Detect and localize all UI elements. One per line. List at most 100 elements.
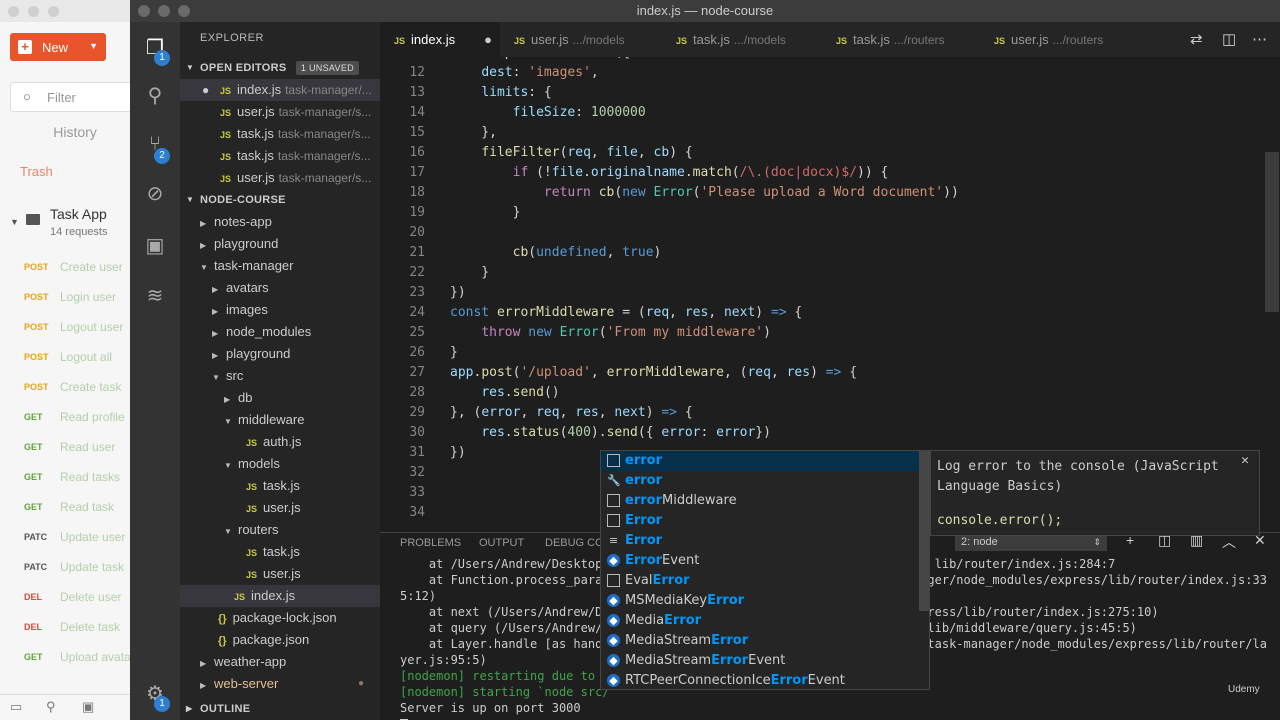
suggestion-item[interactable]: ◆ RTCPeerConnectionIceErrorEvent bbox=[601, 671, 919, 689]
tree-item[interactable]: ▼ routers bbox=[180, 519, 380, 541]
list-item[interactable]: POST Create task bbox=[0, 374, 139, 404]
modified-dot-icon[interactable]: ● bbox=[202, 79, 209, 101]
trash-label[interactable]: Trash bbox=[20, 164, 53, 179]
close-window-button[interactable] bbox=[138, 5, 150, 17]
tab-index-js[interactable]: JS index.js ● bbox=[380, 22, 500, 57]
list-item[interactable]: GET Read task bbox=[0, 494, 139, 524]
more-actions-icon[interactable]: ⋯ bbox=[1252, 30, 1267, 48]
tab-path: .../routers bbox=[893, 33, 945, 47]
list-item[interactable]: POST Create user bbox=[0, 254, 139, 284]
list-item[interactable]: POST Logout all bbox=[0, 344, 139, 374]
tab-output[interactable]: OUTPUT bbox=[479, 533, 524, 553]
tree-item[interactable]: JS task.js bbox=[180, 475, 380, 497]
code-token: throw bbox=[481, 325, 529, 340]
tree-item[interactable]: {} package.json bbox=[180, 629, 380, 651]
open-editor-item[interactable]: JS task.js task-manager/s... bbox=[180, 123, 380, 145]
tree-item[interactable]: ▶ images bbox=[180, 299, 380, 321]
open-changes-icon[interactable]: ⇄ bbox=[1190, 30, 1203, 48]
debug-icon[interactable]: ⊘ bbox=[143, 182, 167, 206]
minimize-window-button[interactable] bbox=[158, 5, 170, 17]
tab-task-js[interactable]: JS task.js .../routers bbox=[822, 22, 980, 57]
suggestion-item[interactable]: error bbox=[601, 451, 919, 471]
collapse-triangle-icon[interactable]: ▼ bbox=[10, 217, 19, 227]
docker-icon[interactable]: ≋ bbox=[143, 284, 167, 308]
tree-item[interactable]: JS task.js bbox=[180, 541, 380, 563]
zoom-window-button[interactable] bbox=[178, 5, 190, 17]
cookie-icon[interactable]: ⚲ bbox=[46, 699, 56, 715]
list-item[interactable]: DEL Delete user bbox=[0, 584, 139, 614]
tree-item[interactable]: ▶ avatars bbox=[180, 277, 380, 299]
code-token: , bbox=[559, 405, 576, 420]
suggestion-item[interactable]: ◆ ErrorEvent bbox=[601, 551, 919, 571]
tab-label: task.js bbox=[693, 32, 730, 47]
tree-item[interactable]: JS user.js bbox=[180, 563, 380, 585]
suggestion-item[interactable]: EvalError bbox=[601, 571, 919, 591]
suggest-scrollbar[interactable] bbox=[919, 451, 929, 611]
line-number: 22 bbox=[409, 265, 425, 280]
tree-item[interactable]: ▼ src bbox=[180, 365, 380, 387]
tree-item[interactable]: JS index.js bbox=[180, 585, 380, 607]
tree-item[interactable]: {} package-lock.json bbox=[180, 607, 380, 629]
tab-task-js[interactable]: JS task.js .../models bbox=[662, 22, 822, 57]
tree-item[interactable]: ▶ notes-app bbox=[180, 211, 380, 233]
caret-down-icon[interactable]: ▼ bbox=[89, 41, 98, 51]
tab-debug-console[interactable]: DEBUG CO bbox=[545, 533, 604, 553]
suggestion-item[interactable]: ◆ MediaStreamErrorEvent bbox=[601, 651, 919, 671]
suggestion-item[interactable]: ◆ MediaStreamError bbox=[601, 631, 919, 651]
history-label[interactable]: History bbox=[0, 124, 139, 140]
terminal-icon[interactable]: ▣ bbox=[82, 699, 94, 715]
tree-item[interactable]: ▼ models bbox=[180, 453, 380, 475]
list-item[interactable]: GET Read profile bbox=[0, 404, 139, 434]
code-token: { bbox=[841, 365, 858, 380]
tree-item[interactable]: ▶ node_modules bbox=[180, 321, 380, 343]
new-request-button[interactable]: + New ▼ bbox=[10, 33, 106, 61]
open-editor-item[interactable]: JS user.js task-manager/s... bbox=[180, 167, 380, 189]
list-item[interactable]: POST Login user bbox=[0, 284, 139, 314]
tree-item-label: images bbox=[226, 302, 268, 317]
tree-item[interactable]: ▶ weather-app bbox=[180, 651, 380, 673]
suggestion-item[interactable]: errorMiddleware bbox=[601, 491, 919, 511]
tree-item[interactable]: ▼ middleware bbox=[180, 409, 380, 431]
request-folder[interactable]: ▼ Task App 14 requests bbox=[0, 204, 139, 244]
tab-user-js[interactable]: JS user.js .../models bbox=[500, 22, 662, 57]
code-line: res.status(400).send({ error: error}) bbox=[450, 425, 771, 440]
close-icon[interactable]: ✕ bbox=[1241, 453, 1249, 468]
open-editor-item[interactable]: ● JS index.js task-manager/... bbox=[180, 79, 380, 101]
tree-item[interactable]: ▶ playground bbox=[180, 233, 380, 255]
editor-scrollbar[interactable] bbox=[1265, 152, 1279, 312]
tree-item[interactable]: JS user.js bbox=[180, 497, 380, 519]
minimize-window-button[interactable] bbox=[28, 6, 39, 17]
tree-item[interactable]: ▶ web-server ● bbox=[180, 673, 380, 695]
tab-problems[interactable]: PROBLEMS bbox=[400, 533, 461, 553]
tab-user-js[interactable]: JS user.js .../routers bbox=[980, 22, 1140, 57]
tree-item[interactable]: ▼ task-manager bbox=[180, 255, 380, 277]
tree-item[interactable]: ▶ db bbox=[180, 387, 380, 409]
zoom-window-button[interactable] bbox=[48, 6, 59, 17]
suggestion-item[interactable]: 🔧 error bbox=[601, 471, 919, 491]
open-editor-item[interactable]: JS user.js task-manager/s... bbox=[180, 101, 380, 123]
suggestion-item[interactable]: ≡ Error bbox=[601, 531, 919, 551]
modified-dot-icon[interactable]: ● bbox=[484, 22, 492, 57]
list-item[interactable]: GET Read tasks bbox=[0, 464, 139, 494]
list-item[interactable]: GET Read user bbox=[0, 434, 139, 464]
list-item[interactable]: POST Logout user bbox=[0, 314, 139, 344]
outline-header[interactable]: ▶ OUTLINE bbox=[180, 698, 380, 720]
filter-input[interactable]: ○ Filter bbox=[10, 82, 139, 112]
list-item[interactable]: GET Upload avata bbox=[0, 644, 139, 674]
open-editors-header[interactable]: ▼ OPEN EDITORS 1 UNSAVED bbox=[180, 57, 380, 79]
list-item[interactable]: PATC Update task bbox=[0, 554, 139, 584]
close-window-button[interactable] bbox=[8, 6, 19, 17]
extensions-icon[interactable]: ▣ bbox=[143, 234, 167, 258]
tree-item[interactable]: ▶ playground bbox=[180, 343, 380, 365]
list-item[interactable]: PATC Update user bbox=[0, 524, 139, 554]
split-editor-icon[interactable]: ◫ bbox=[1222, 30, 1236, 48]
search-icon[interactable]: ⚲ bbox=[143, 84, 167, 108]
suggestion-item[interactable]: ◆ MediaError bbox=[601, 611, 919, 631]
suggestion-item[interactable]: Error bbox=[601, 511, 919, 531]
open-editor-item[interactable]: JS task.js task-manager/s... bbox=[180, 145, 380, 167]
workspace-header[interactable]: ▼ NODE-COURSE bbox=[180, 189, 380, 211]
suggestion-item[interactable]: ◆ MSMediaKeyError bbox=[601, 591, 919, 611]
window-icon[interactable]: ▭ bbox=[10, 699, 22, 715]
list-item[interactable]: DEL Delete task bbox=[0, 614, 139, 644]
tree-item[interactable]: JS auth.js bbox=[180, 431, 380, 453]
